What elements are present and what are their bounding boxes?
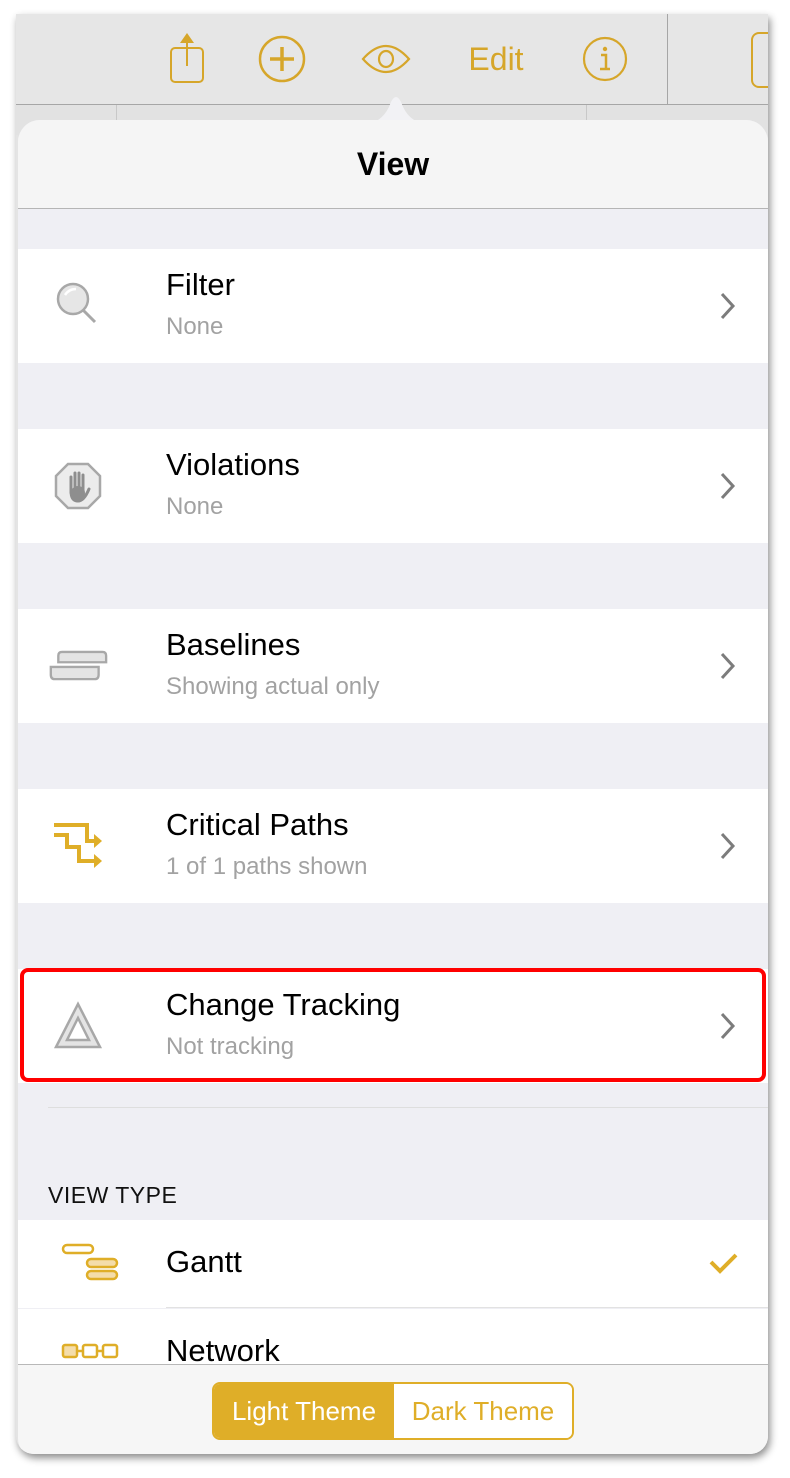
- separator: [48, 1107, 768, 1108]
- theme-footer: Light Theme Dark Theme: [18, 1364, 768, 1454]
- share-button[interactable]: [166, 33, 210, 84]
- checkmark-icon: [709, 1253, 738, 1274]
- info-button[interactable]: [580, 34, 630, 84]
- row-separator: [166, 1307, 768, 1308]
- violations-row[interactable]: Violations None: [18, 429, 768, 543]
- filter-subtitle: None: [166, 313, 224, 340]
- light-theme-option[interactable]: Light Theme: [214, 1384, 394, 1438]
- view-popover: View Filter None Violations None Baselin…: [18, 120, 768, 1454]
- chevron-right-icon: [720, 472, 736, 500]
- filter-title: Filter: [166, 267, 235, 302]
- edit-button[interactable]: Edit: [464, 34, 528, 84]
- critical-paths-row[interactable]: Critical Paths 1 of 1 paths shown: [18, 789, 768, 903]
- critical-paths-icon: [48, 816, 108, 876]
- violations-title: Violations: [166, 447, 300, 482]
- popover-title: View: [356, 145, 430, 182]
- app-window: Edit View Filter None Violations None Ba…: [16, 14, 768, 1454]
- theme-segmented-control: Light Theme Dark Theme: [212, 1382, 574, 1440]
- filter-row[interactable]: Filter None: [18, 249, 768, 363]
- magnifier-icon: [48, 276, 108, 336]
- view-button[interactable]: [360, 34, 412, 84]
- view-type-gantt-row[interactable]: Gantt: [18, 1220, 768, 1308]
- stop-hand-icon: [48, 456, 108, 516]
- critical-paths-subtitle: 1 of 1 paths shown: [166, 853, 368, 880]
- gantt-icon: [61, 1243, 119, 1281]
- highlight-box: [20, 968, 766, 1082]
- share-icon: [170, 33, 204, 83]
- eye-icon: [361, 44, 411, 74]
- chevron-right-icon: [720, 292, 736, 320]
- baselines-subtitle: Showing actual only: [166, 673, 380, 700]
- dark-theme-option[interactable]: Dark Theme: [394, 1384, 572, 1438]
- toolbar: Edit: [16, 14, 768, 124]
- toolbar-overflow-button[interactable]: [751, 32, 768, 88]
- view-type-label: VIEW TYPE: [48, 1182, 178, 1208]
- chevron-right-icon: [720, 832, 736, 860]
- violations-subtitle: None: [166, 493, 224, 520]
- plus-circle-icon: [258, 35, 306, 83]
- chevron-right-icon: [720, 652, 736, 680]
- add-button[interactable]: [256, 34, 308, 84]
- info-circle-icon: [582, 36, 628, 82]
- critical-paths-title: Critical Paths: [166, 807, 349, 842]
- baselines-row[interactable]: Baselines Showing actual only: [18, 609, 768, 723]
- popover-header: View: [18, 120, 768, 209]
- baselines-title: Baselines: [166, 627, 301, 662]
- gantt-title: Gantt: [166, 1244, 242, 1279]
- baselines-icon: [48, 636, 108, 696]
